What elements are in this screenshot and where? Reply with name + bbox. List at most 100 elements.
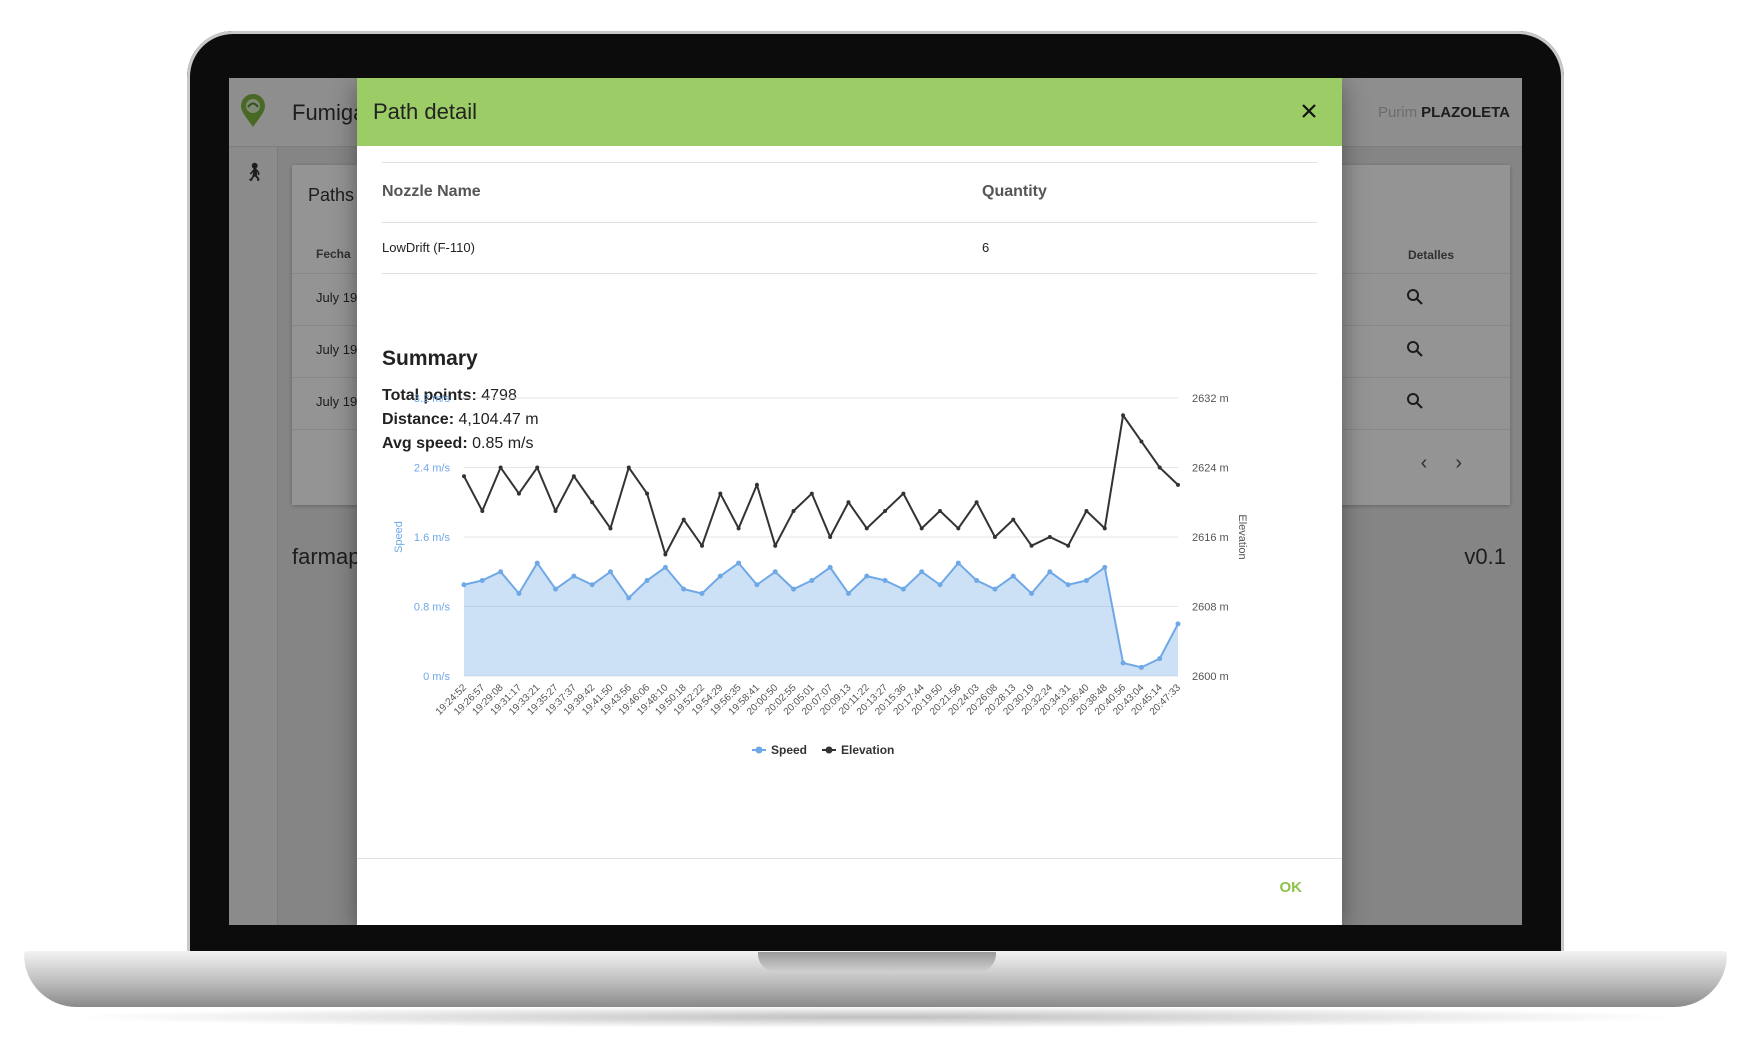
speed-point <box>461 582 467 588</box>
speed-point <box>974 577 980 583</box>
speed-point <box>1102 564 1108 570</box>
elevation-point <box>938 508 942 513</box>
speed-point <box>1157 656 1163 662</box>
elevation-point <box>828 535 833 539</box>
elevation-point <box>754 482 759 487</box>
elevation-point <box>590 500 595 505</box>
speed-point <box>571 573 577 579</box>
speed-point <box>900 586 906 592</box>
speed-point <box>754 582 760 588</box>
elevation-point <box>700 543 704 548</box>
speed-area <box>464 563 1178 676</box>
speed-point <box>516 590 522 596</box>
speed-point <box>607 569 613 575</box>
y-left-tick-label: 0 m/s <box>423 671 450 683</box>
speed-point <box>553 586 559 592</box>
speed-point <box>1120 660 1126 666</box>
speed-point <box>644 577 650 583</box>
speed-point <box>864 573 870 579</box>
speed-point <box>772 569 778 575</box>
path-detail-dialog: Path detail Nozzle Name Quantity LowDrif… <box>357 78 1342 925</box>
elevation-point <box>1084 508 1089 513</box>
elevation-point <box>553 508 558 513</box>
y-right-axis-label: Elevation <box>1236 514 1248 559</box>
speed-point <box>1047 569 1053 575</box>
speed-point <box>479 577 485 583</box>
elevation-point <box>498 465 503 470</box>
speed-point <box>882 577 888 583</box>
elevation-point <box>1121 413 1126 418</box>
elevation-point <box>1157 465 1162 470</box>
y-right-tick-label: 2616 m <box>1192 532 1229 544</box>
y-left-tick-label: 3.2 m/s <box>414 393 451 405</box>
elevation-point <box>718 491 723 496</box>
elevation-series-line <box>463 412 1179 558</box>
elevation-point <box>681 517 686 522</box>
elevation-point <box>645 491 650 496</box>
speed-point <box>1065 582 1071 588</box>
y-right-tick-label: 2600 m <box>1192 671 1229 683</box>
laptop-notch <box>758 952 996 972</box>
speed-point <box>1010 573 1016 579</box>
elevation-point <box>1176 482 1180 487</box>
y-left-axis-label: Speed <box>393 521 405 553</box>
y-left-tick-label: 2.4 m/s <box>414 463 451 475</box>
elevation-point <box>663 552 668 557</box>
elevation-point <box>919 526 924 531</box>
speed-point <box>1175 621 1181 627</box>
elevation-point <box>1139 439 1144 444</box>
legend-elevation-marker <box>825 746 833 754</box>
y-right-tick-label: 2632 m <box>1192 393 1229 405</box>
speed-point <box>845 590 851 596</box>
speed-point <box>534 560 540 566</box>
ok-button[interactable]: OK <box>1280 879 1303 896</box>
elevation-point <box>974 500 979 505</box>
y-left-tick-label: 0.8 m/s <box>414 602 451 614</box>
elevation-point <box>1102 526 1107 531</box>
elevation-point <box>883 508 888 513</box>
legend-speed-marker <box>755 746 763 754</box>
elevation-point <box>1066 543 1071 548</box>
speed-point <box>791 586 797 592</box>
y-left-tick-label: 1.6 m/s <box>414 532 451 544</box>
speed-elevation-chart: 0 m/s 0.8 m/s 1.6 m/s 2.4 m/s 3.2 m/s 2600 m 2… <box>393 393 1248 757</box>
speed-point <box>626 595 632 601</box>
speed-point <box>589 582 595 588</box>
dialog-footer: OK <box>357 858 1342 925</box>
legend-elevation-label: Elevation <box>841 743 894 757</box>
speed-point <box>809 577 815 583</box>
speed-point <box>919 569 925 575</box>
elevation-point <box>480 508 485 513</box>
elevation-point <box>462 474 466 479</box>
elevation-point <box>992 535 997 539</box>
elevation-point <box>901 491 906 496</box>
legend-speed-label: Speed <box>771 743 807 757</box>
speed-point <box>662 564 668 570</box>
y-right-tick-label: 2624 m <box>1192 463 1229 475</box>
elevation-point <box>626 465 631 470</box>
speed-point <box>827 564 833 570</box>
speed-point <box>1138 664 1144 670</box>
elevation-point <box>791 508 796 513</box>
elevation-point <box>571 474 576 479</box>
elevation-point <box>535 465 540 470</box>
speed-point <box>937 582 943 588</box>
elevation-point <box>1011 517 1016 522</box>
speed-point <box>955 560 961 566</box>
speed-point <box>1029 590 1035 596</box>
speed-point <box>681 586 687 592</box>
speed-point <box>992 586 998 592</box>
laptop-shadow <box>60 1006 1690 1028</box>
elevation-point <box>608 526 613 531</box>
speed-point <box>699 590 705 596</box>
y-right-tick-label: 2608 m <box>1192 602 1229 614</box>
elevation-point <box>1047 535 1052 539</box>
elevation-point <box>956 526 961 531</box>
elevation-point <box>773 543 778 548</box>
speed-point <box>498 569 504 575</box>
elevation-point <box>736 526 741 531</box>
elevation-point <box>846 500 851 505</box>
elevation-point <box>1029 543 1034 548</box>
speed-point <box>736 560 742 566</box>
elevation-point <box>864 526 869 531</box>
